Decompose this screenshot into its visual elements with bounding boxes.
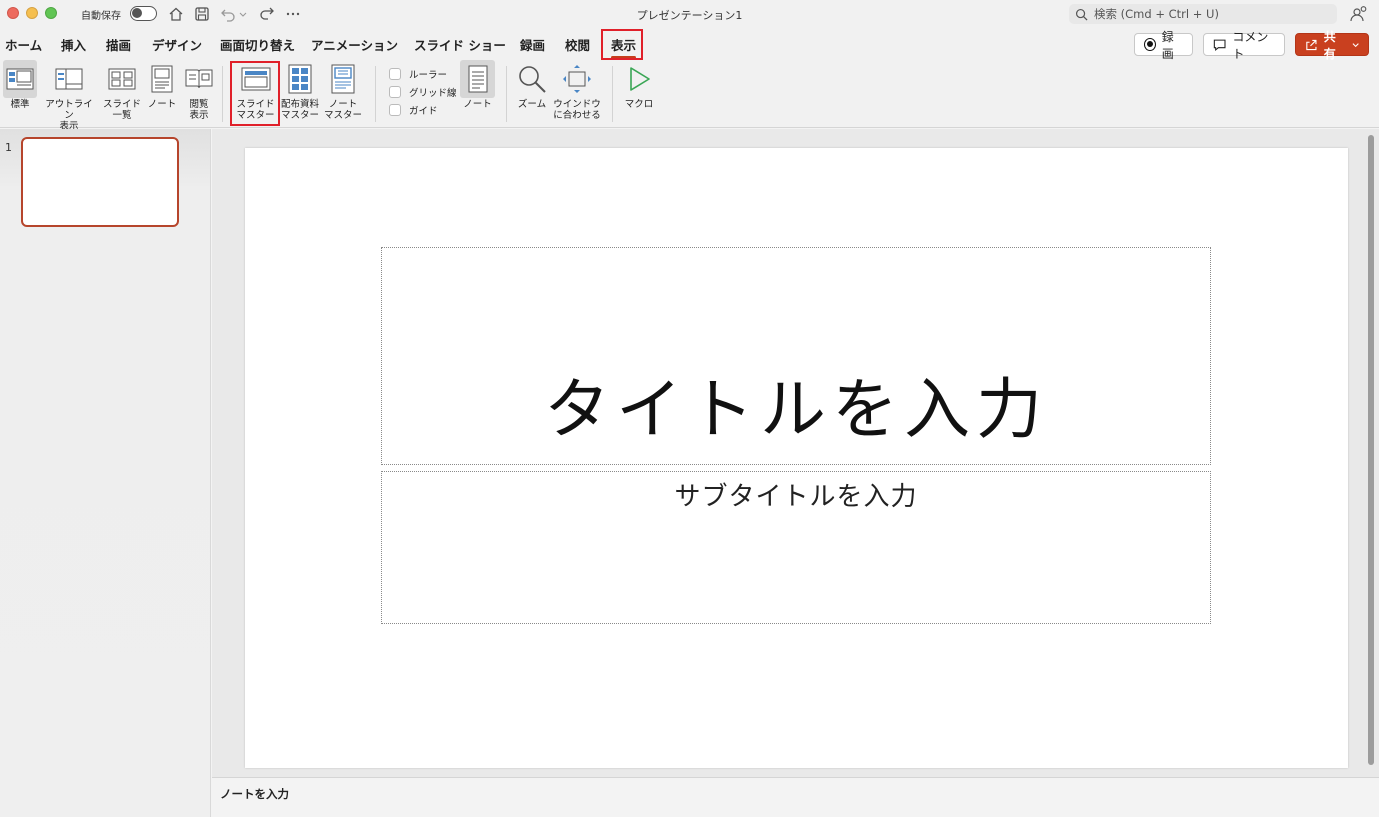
ribbon-separator (375, 66, 376, 122)
title-placeholder[interactable]: タイトルを入力 (381, 247, 1211, 465)
fit-to-window-label: ウインドウ に合わせる (553, 99, 601, 121)
slide-number: 1 (5, 141, 12, 154)
view-tab-highlight (601, 29, 643, 60)
handout-master-label: 配布資料 マスター (280, 99, 319, 121)
notes-pane[interactable]: ノートを入力 (212, 777, 1379, 817)
autosave-toggle[interactable] (130, 6, 157, 21)
fit-to-window-button[interactable]: ウインドウ に合わせる (553, 60, 601, 121)
tab-slideshow[interactable]: スライド ショー (414, 35, 506, 54)
slide-editing-area: タイトルを入力 サブタイトルを入力 (212, 129, 1379, 777)
ribbon-view-commands: 標準 アウトライン 表示 スライド 一覧 ノート 閲覧 表示 スライド マスター (0, 60, 1379, 132)
reading-view-button[interactable]: 閲覧 表示 (182, 60, 216, 121)
macro-label: マクロ (624, 99, 654, 110)
window-controls (7, 7, 57, 19)
close-window-button[interactable] (7, 7, 19, 19)
ruler-checkbox-label: ルーラー (409, 70, 448, 81)
fit-to-window-icon (563, 65, 591, 93)
notes-page-label: ノート (147, 99, 177, 110)
ribbon-separator (222, 66, 223, 122)
subtitle-placeholder-text: サブタイトルを入力 (674, 482, 918, 512)
record-button[interactable]: 録画 (1134, 30, 1193, 61)
notes-master-button[interactable]: ノート マスター (323, 60, 363, 121)
ribbon-separator (612, 66, 613, 122)
guides-checkbox-label: ガイド (409, 106, 438, 117)
guides-checkbox[interactable]: ガイド (389, 103, 438, 117)
comment-icon (1213, 39, 1226, 51)
search-placeholder: 検索 (Cmd + Ctrl + U) (1094, 7, 1219, 21)
tab-transitions[interactable]: 画面切り替え (220, 35, 295, 54)
tab-insert[interactable]: 挿入 (61, 35, 86, 54)
record-icon (1144, 38, 1156, 51)
notes-toggle-button[interactable]: ノート (460, 60, 495, 110)
macro-button[interactable]: マクロ (622, 60, 656, 110)
notes-icon (468, 65, 487, 93)
title-placeholder-text: タイトルを入力 (544, 371, 1048, 448)
gridlines-checkbox-label: グリッド線 (409, 88, 457, 99)
search-input[interactable]: 検索 (Cmd + Ctrl + U) (1069, 4, 1337, 24)
subtitle-placeholder[interactable]: サブタイトルを入力 (381, 471, 1211, 624)
comment-button-label: コメント (1232, 29, 1269, 61)
tab-design[interactable]: デザイン (152, 35, 202, 54)
slide-sorter-button[interactable]: スライド 一覧 (102, 60, 142, 121)
outline-view-button[interactable]: アウトライン 表示 (41, 60, 97, 132)
handout-master-icon (288, 64, 312, 94)
notes-page-button[interactable]: ノート (146, 60, 178, 110)
share-button[interactable]: 共有 (1295, 30, 1369, 61)
notes-master-label: ノート マスター (323, 99, 362, 121)
zoom-button[interactable]: ズーム (514, 60, 550, 110)
guides-checkbox-box[interactable] (389, 104, 401, 116)
tab-home[interactable]: ホーム (5, 35, 42, 54)
minimize-window-button[interactable] (26, 7, 38, 19)
search-icon (1075, 8, 1088, 21)
ruler-checkbox-box[interactable] (389, 68, 401, 80)
handout-master-button[interactable]: 配布資料 マスター (280, 60, 320, 121)
normal-view-icon (6, 68, 34, 90)
vertical-scrollbar[interactable] (1368, 135, 1374, 765)
slide-thumbnail-pane: 1 (0, 129, 211, 817)
ribbon-separator (506, 66, 507, 122)
gridlines-checkbox-box[interactable] (389, 86, 401, 98)
tab-animations[interactable]: アニメーション (311, 35, 398, 54)
more-icon[interactable] (284, 5, 302, 23)
notes-master-icon (331, 64, 355, 94)
share-person-icon[interactable] (1349, 4, 1369, 24)
notes-page-icon (151, 65, 173, 93)
chevron-down-icon (1352, 42, 1359, 47)
slide-master-highlight (230, 61, 280, 126)
normal-view-label: 標準 (10, 99, 30, 110)
reading-view-label: 閲覧 表示 (189, 99, 209, 121)
tab-record[interactable]: 録画 (520, 35, 545, 54)
redo-icon[interactable] (258, 5, 276, 23)
ruler-checkbox[interactable]: ルーラー (389, 67, 447, 81)
home-icon[interactable] (167, 5, 185, 23)
gridlines-checkbox[interactable]: グリッド線 (389, 85, 457, 99)
undo-dropdown-chevron-icon[interactable] (238, 5, 248, 23)
comment-button[interactable]: コメント (1203, 30, 1285, 61)
slide-canvas[interactable]: タイトルを入力 サブタイトルを入力 (245, 148, 1348, 768)
reading-view-icon (185, 69, 213, 89)
play-icon (630, 67, 650, 91)
maximize-window-button[interactable] (45, 7, 57, 19)
save-icon[interactable] (193, 5, 211, 23)
autosave-label: 自動保存 (81, 11, 121, 22)
undo-icon[interactable] (219, 5, 237, 23)
outline-view-label: アウトライン 表示 (45, 99, 93, 132)
notes-placeholder: ノートを入力 (220, 787, 289, 801)
zoom-icon (519, 66, 546, 93)
normal-view-button[interactable]: 標準 (3, 60, 37, 110)
tab-draw[interactable]: 描画 (106, 35, 131, 54)
share-button-label: 共有 (1323, 29, 1336, 61)
zoom-label: ズーム (517, 99, 547, 110)
slide-sorter-icon (108, 68, 136, 90)
title-bar: 自動保存 プレゼンテーション1 検索 (Cmd + Ctrl + U) (0, 0, 1379, 28)
share-icon (1306, 39, 1317, 50)
slide-thumbnail[interactable] (21, 137, 179, 227)
notes-toggle-label: ノート (463, 99, 492, 110)
outline-view-icon (55, 68, 83, 90)
tab-review[interactable]: 校閲 (565, 35, 590, 54)
slide-sorter-label: スライド 一覧 (102, 99, 141, 121)
record-button-label: 録画 (1161, 29, 1174, 61)
